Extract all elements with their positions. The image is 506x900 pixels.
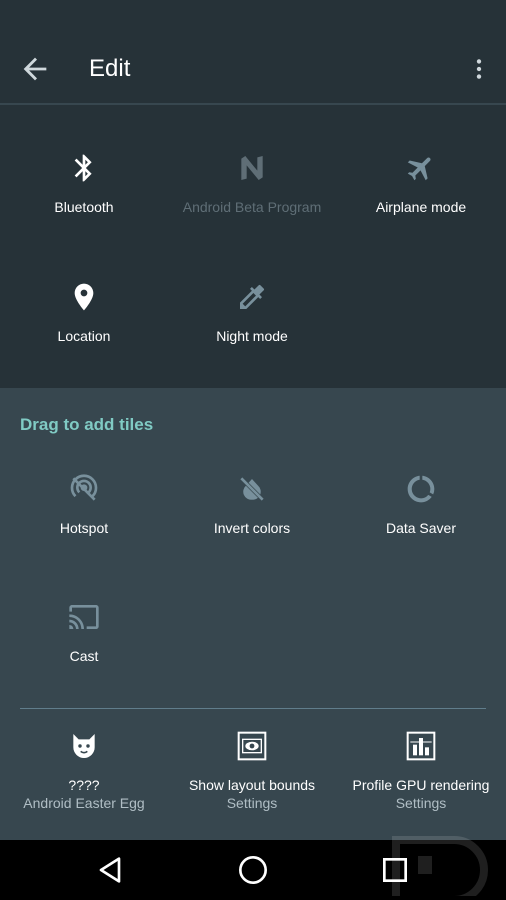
tile-easter-egg[interactable]: ???? Android Easter Egg	[0, 730, 168, 812]
nav-home-icon[interactable]	[237, 854, 269, 886]
drag-section-title: Drag to add tiles	[20, 415, 154, 434]
android-beta-icon	[241, 156, 263, 180]
location-pin-icon	[74, 283, 94, 311]
page-title: Edit	[89, 55, 131, 82]
airplane-icon	[407, 157, 431, 181]
eyedropper-icon	[240, 284, 265, 309]
more-vert-icon[interactable]	[466, 52, 492, 86]
tile-location[interactable]: Location	[0, 281, 168, 345]
third-party-divider	[20, 708, 486, 709]
tile-sublabel: Settings	[226, 795, 278, 811]
tile-data-saver[interactable]: Data Saver	[337, 473, 505, 537]
tile-label: ????	[68, 777, 100, 793]
tile-label: Invert colors	[213, 520, 291, 536]
tile-label: Hotspot	[59, 520, 109, 536]
hotspot-icon	[70, 474, 98, 501]
tile-invert-colors[interactable]: Invert colors	[168, 473, 336, 537]
nav-back-icon[interactable]	[95, 854, 127, 886]
tile-hotspot[interactable]: Hotspot	[0, 473, 168, 537]
cat-icon	[73, 734, 95, 758]
tile-cast[interactable]: Cast	[0, 601, 168, 665]
tile-airplane[interactable]: Airplane mode	[337, 152, 505, 216]
tile-sublabel: Settings	[395, 795, 447, 811]
layout-bounds-icon	[237, 731, 267, 761]
tile-show-layout-bounds[interactable]: Show layout bounds Settings	[168, 730, 336, 812]
data-saver-icon	[407, 475, 435, 503]
tile-night-mode[interactable]: Night mode	[168, 281, 336, 345]
invert-colors-icon	[239, 476, 265, 502]
active-tiles-panel	[0, 105, 506, 388]
toolbar: Edit	[0, 0, 506, 103]
tile-android-beta[interactable]: Android Beta Program	[168, 152, 336, 216]
tile-label: Data Saver	[385, 520, 457, 536]
watermark-logo	[392, 836, 488, 896]
tile-label: Night mode	[216, 328, 288, 344]
tile-label: Profile GPU rendering	[352, 777, 490, 793]
tile-label: Airplane mode	[375, 199, 467, 215]
tile-label: Cast	[69, 648, 99, 664]
tile-label: Bluetooth	[54, 199, 114, 215]
gpu-profile-icon	[406, 731, 436, 761]
bluetooth-icon	[74, 154, 92, 182]
tile-label: Show layout bounds	[188, 777, 316, 793]
tile-sublabel: Android Easter Egg	[23, 795, 145, 811]
cast-icon	[69, 605, 99, 629]
arrow-back-icon[interactable]	[18, 52, 52, 86]
tile-label: Location	[57, 328, 111, 344]
tile-bluetooth[interactable]: Bluetooth	[0, 152, 168, 216]
tile-label: Android Beta Program	[182, 199, 322, 215]
tile-profile-gpu[interactable]: Profile GPU rendering Settings	[337, 730, 505, 812]
